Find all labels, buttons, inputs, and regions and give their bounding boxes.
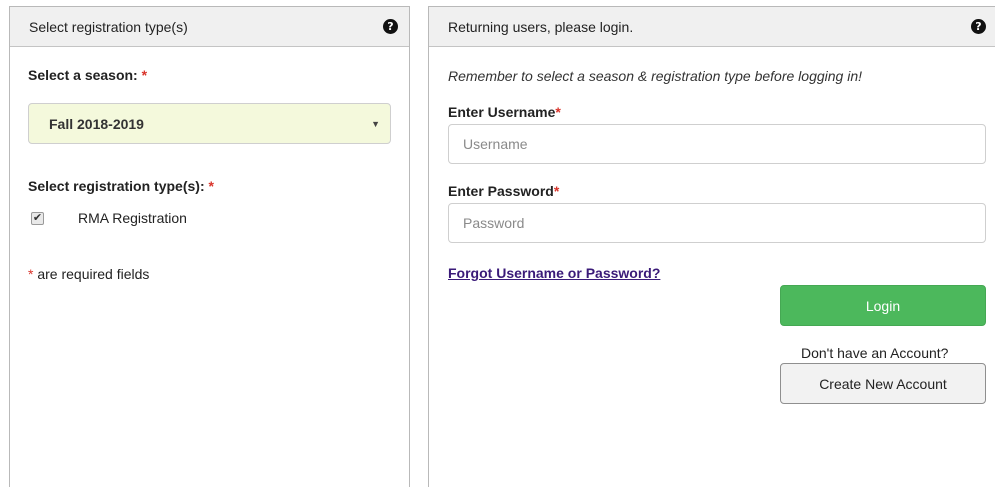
- login-panel: Returning users, please login. ? Remembe…: [428, 6, 995, 487]
- login-panel-title: Returning users, please login.: [448, 18, 634, 35]
- required-fields-note: * are required fields: [28, 266, 150, 282]
- login-reminder: Remember to select a season & registrati…: [448, 68, 863, 84]
- username-label: Enter Username*: [448, 104, 561, 120]
- password-label: Enter Password*: [448, 183, 560, 199]
- rma-registration-label: RMA Registration: [78, 210, 187, 226]
- season-select-value: Fall 2018-2019: [49, 115, 144, 132]
- question-circle-icon[interactable]: ?: [971, 19, 986, 34]
- password-input[interactable]: [448, 203, 986, 243]
- rma-registration-checkbox[interactable]: ✔: [31, 211, 44, 225]
- season-select[interactable]: Fall 2018-2019 ▼: [28, 103, 391, 144]
- required-asterisk: *: [555, 104, 561, 120]
- required-asterisk: *: [553, 183, 560, 199]
- username-input[interactable]: [448, 124, 986, 164]
- no-account-text: Don't have an Account?: [801, 345, 949, 361]
- question-circle-icon[interactable]: ?: [383, 19, 398, 34]
- login-panel-header: Returning users, please login. ?: [429, 7, 995, 47]
- regtype-option-rma[interactable]: ✔ RMA Registration: [28, 210, 390, 226]
- chevron-down-icon: ▼: [371, 118, 380, 129]
- registration-type-panel: Select registration type(s) ? Select a s…: [9, 6, 410, 487]
- create-account-button[interactable]: Create New Account: [780, 363, 986, 404]
- registration-type-label: Select registration type(s): *: [28, 178, 214, 194]
- registration-panel-title: Select registration type(s): [29, 18, 188, 35]
- required-asterisk: *: [208, 178, 214, 194]
- registration-panel-header: Select registration type(s) ?: [10, 7, 409, 47]
- login-button[interactable]: Login: [780, 285, 986, 326]
- season-label: Select a season: *: [28, 67, 148, 83]
- required-asterisk: *: [141, 67, 148, 83]
- forgot-credentials-link[interactable]: Forgot Username or Password?: [448, 265, 660, 281]
